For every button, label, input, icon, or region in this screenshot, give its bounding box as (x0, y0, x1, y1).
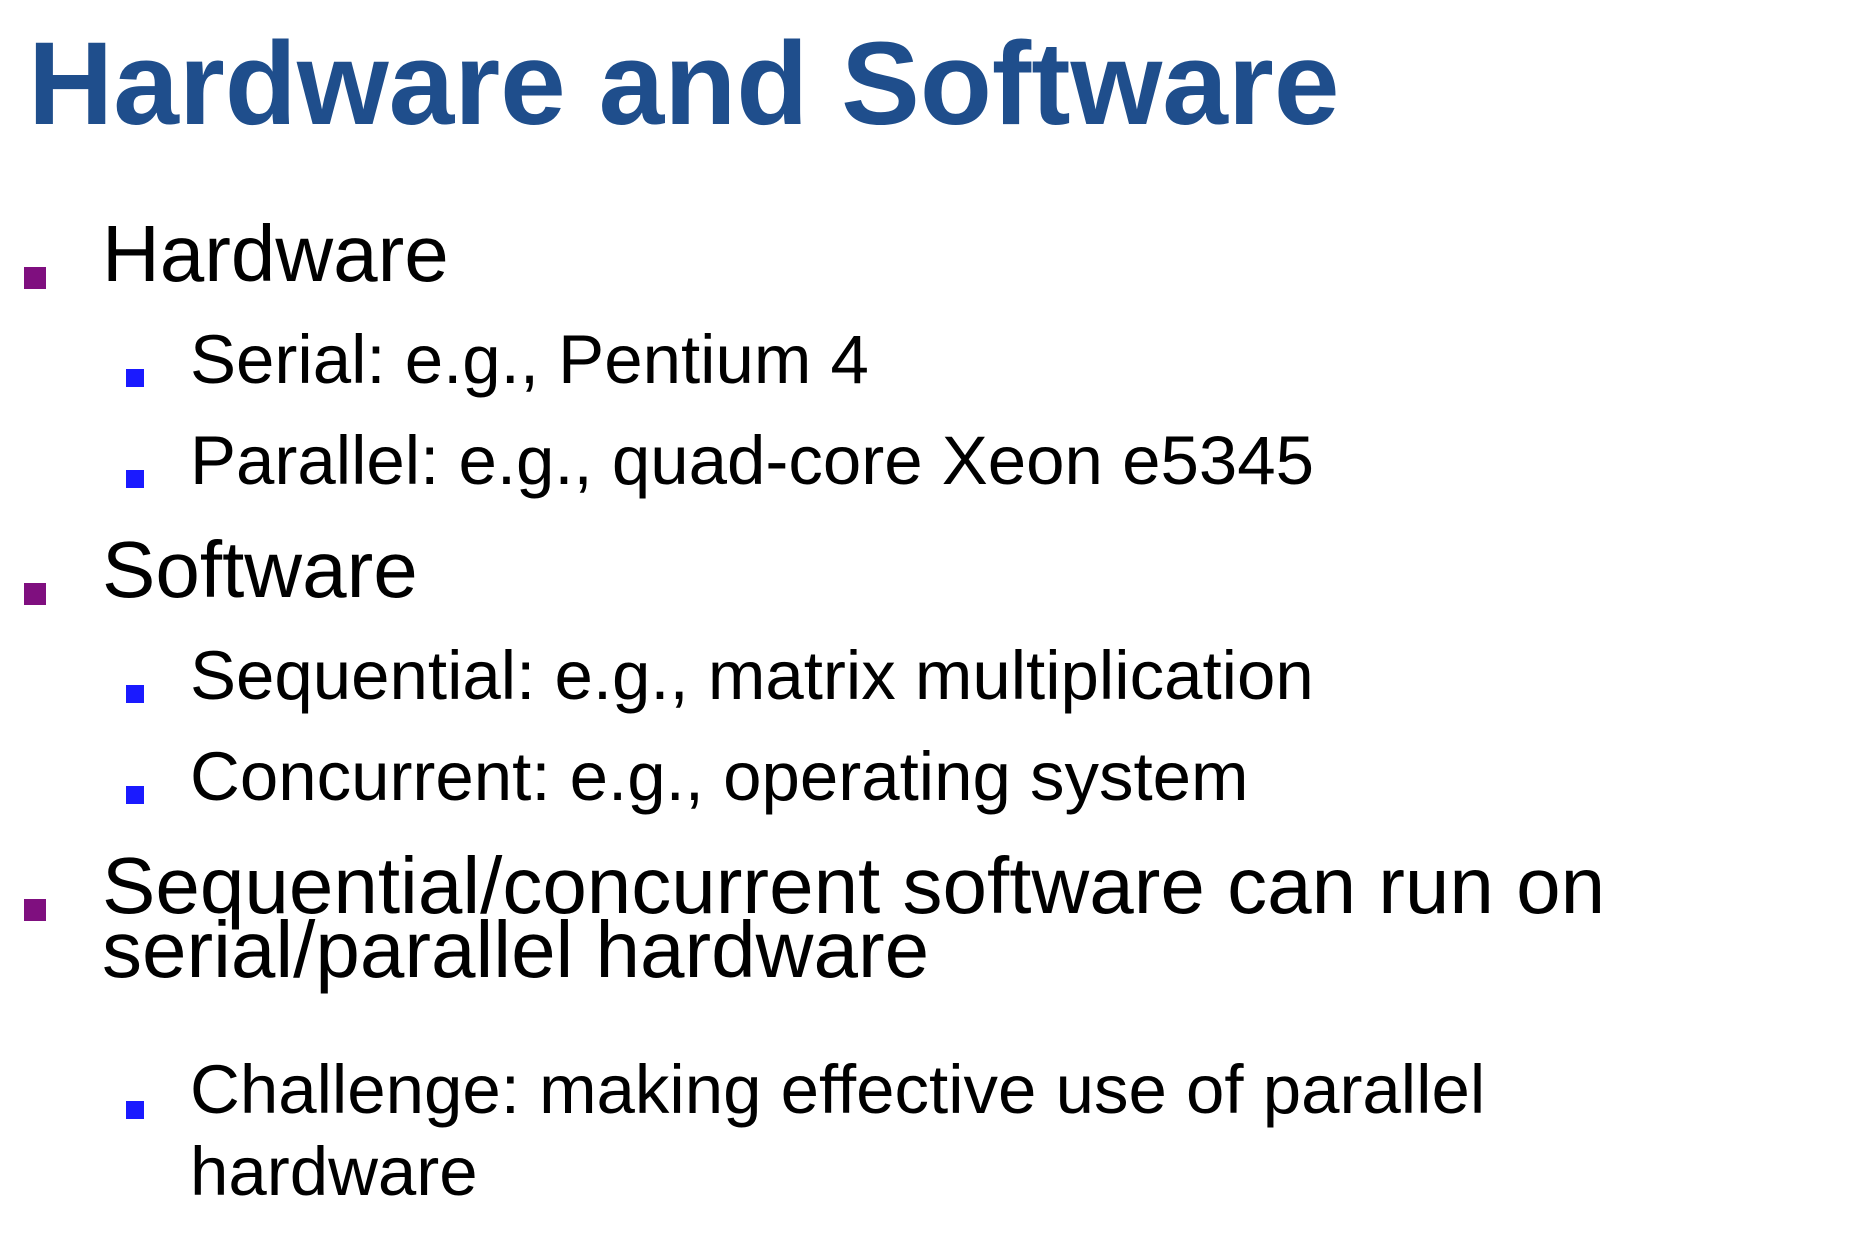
slide-title: Hardware and Software (28, 18, 1340, 150)
square-bullet-icon (126, 786, 144, 804)
sub-bullet-text: Parallel: e.g., quad-core Xeon e5345 (190, 422, 1314, 499)
sub-bullet-text-line2: hardware (190, 1133, 478, 1210)
sub-bullet-text: Serial: e.g., Pentium 4 (190, 321, 869, 398)
slide: Hardware and Software Hardware Serial: e… (0, 0, 1862, 1234)
square-bullet-icon (24, 583, 46, 605)
square-bullet-icon (126, 470, 144, 488)
square-bullet-icon (126, 1101, 144, 1119)
sub-bullet-text: Concurrent: e.g., operating system (190, 738, 1249, 815)
sub-bullet-text: Sequential: e.g., matrix multiplication (190, 637, 1314, 714)
sub-bullet-text-line1: Challenge: making effective use of paral… (190, 1051, 1486, 1128)
bullet-text: Software (102, 525, 418, 614)
square-bullet-icon (24, 899, 46, 921)
bullet-text-line2: serial/parallel hardware (102, 905, 930, 994)
square-bullet-icon (126, 369, 144, 387)
square-bullet-icon (126, 685, 144, 703)
bullet-text: Hardware (102, 209, 449, 298)
square-bullet-icon (24, 267, 46, 289)
